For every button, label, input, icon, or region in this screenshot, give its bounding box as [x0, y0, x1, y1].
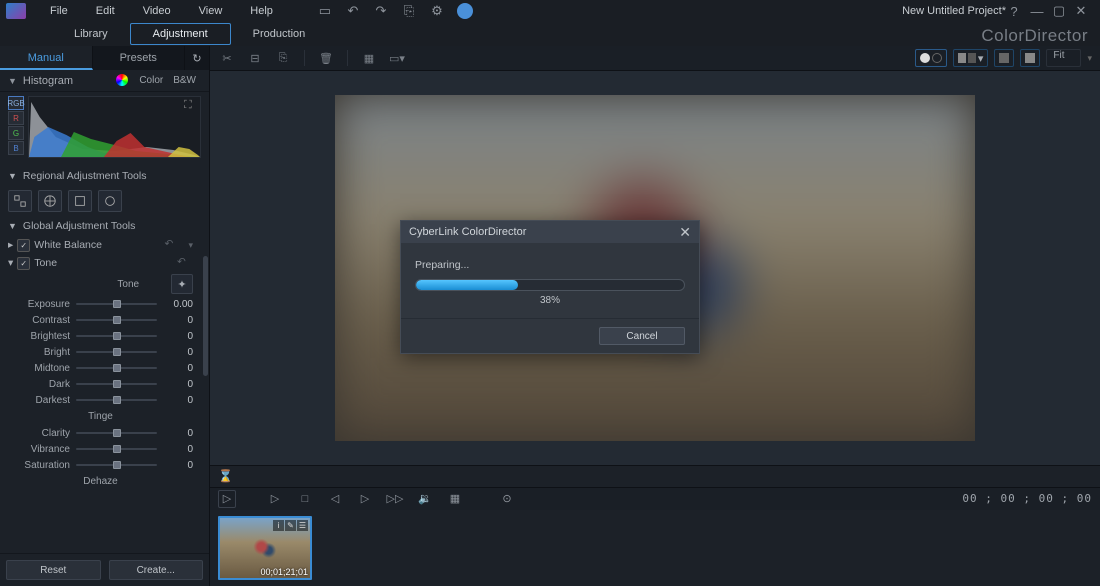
- progress-bar: [415, 279, 685, 291]
- progress-dialog: CyberLink ColorDirector ✕ Preparing... 3…: [400, 220, 700, 354]
- dialog-title: CyberLink ColorDirector: [409, 226, 526, 238]
- dialog-status-label: Preparing...: [415, 259, 685, 271]
- cancel-button[interactable]: Cancel: [599, 327, 685, 345]
- progress-percent: 38%: [415, 295, 685, 306]
- dialog-close-button[interactable]: ✕: [679, 224, 691, 241]
